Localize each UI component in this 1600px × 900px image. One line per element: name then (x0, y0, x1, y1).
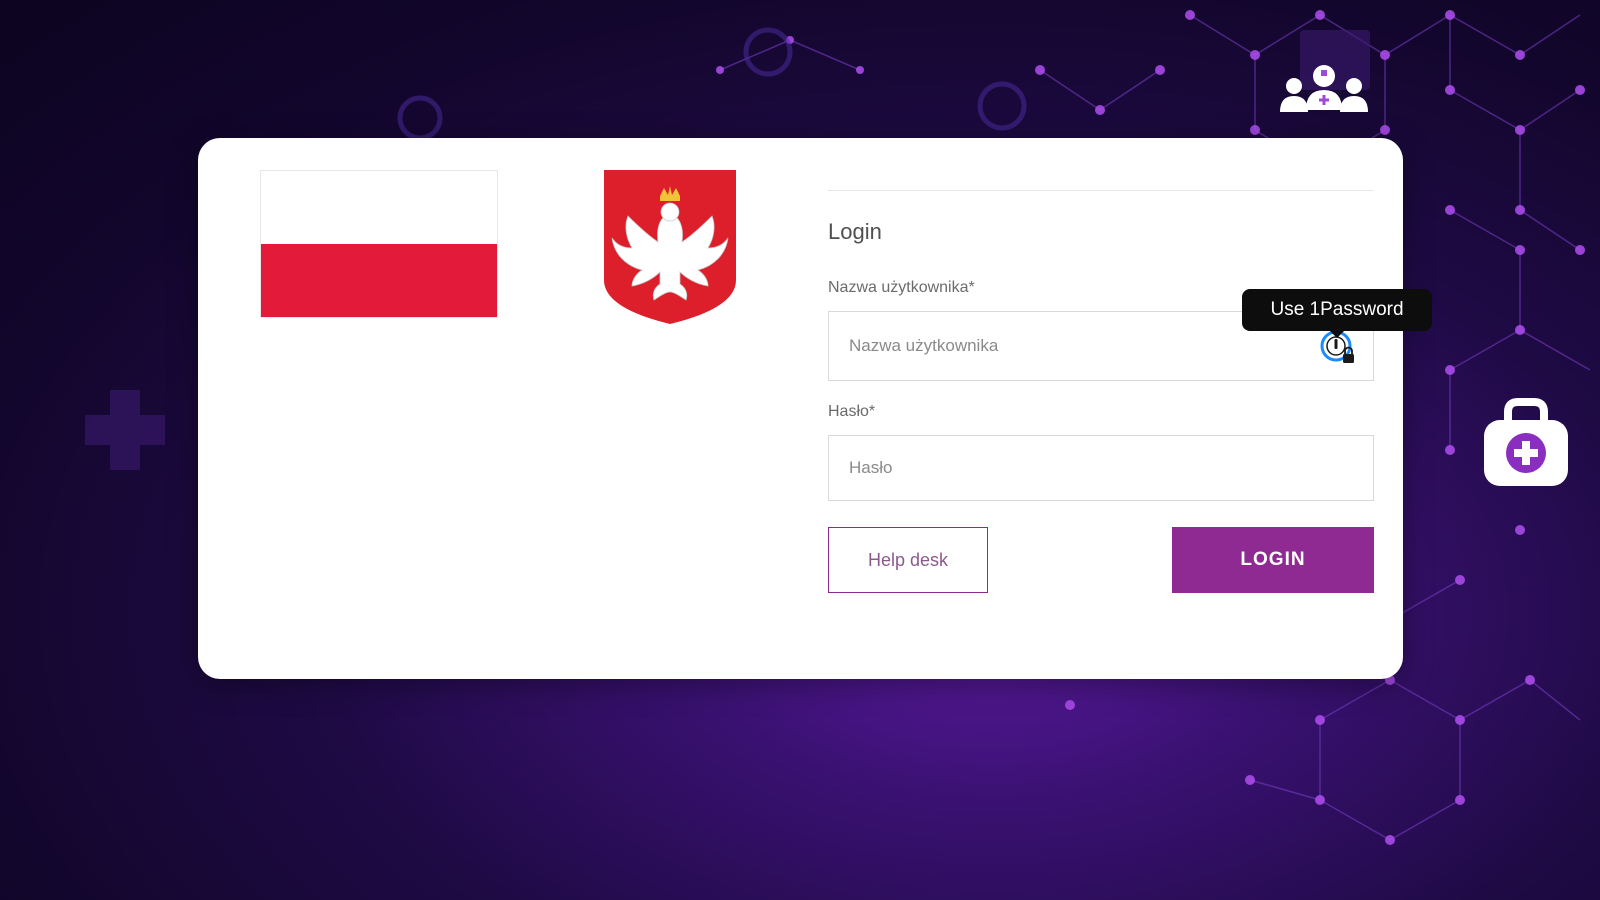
form-title: Login (828, 219, 882, 244)
1password-tooltip: Use 1Password (1242, 289, 1432, 338)
poland-flag-icon (260, 170, 498, 318)
help-desk-button[interactable]: Help desk (828, 527, 988, 593)
polish-eagle-emblem-icon (604, 170, 736, 324)
form-divider (828, 190, 1374, 191)
password-field-wrapper (828, 435, 1374, 501)
form-actions: Help desk LOGIN (828, 527, 1374, 593)
login-card: Login Nazwa użytkownika* Hasło* Help des… (198, 138, 1403, 679)
password-label: Hasło* (828, 403, 876, 420)
login-form: Login Nazwa użytkownika* Hasło* Help des… (828, 190, 1374, 593)
medical-team-icon (1280, 65, 1368, 112)
login-button[interactable]: LOGIN (1172, 527, 1374, 593)
password-input[interactable] (829, 436, 1373, 500)
medical-kit-icon (1484, 398, 1568, 486)
